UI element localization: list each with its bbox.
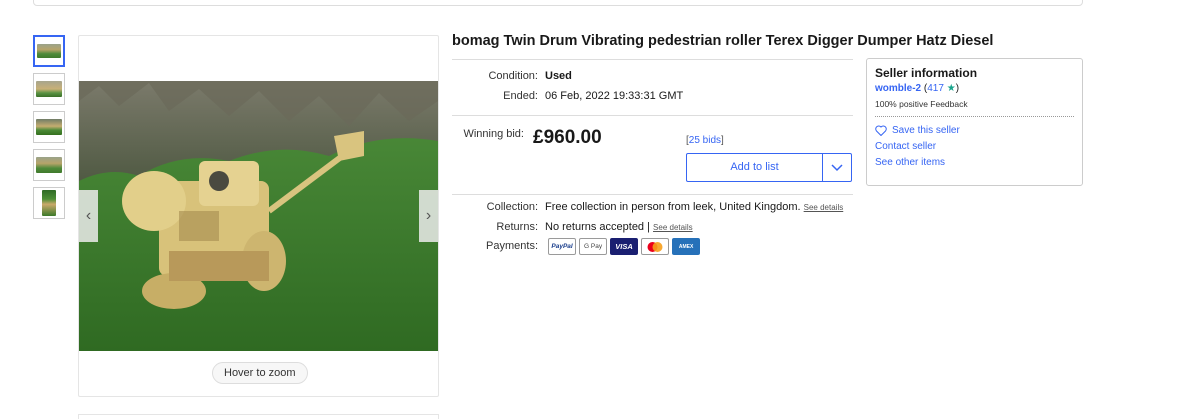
thumbnail-5[interactable] (33, 187, 65, 219)
ended-value: 06 Feb, 2022 19:33:31 GMT (545, 90, 684, 102)
google-pay-icon: G Pay (579, 238, 608, 255)
condition-value: Used (545, 70, 572, 82)
divider (452, 59, 853, 60)
divider (452, 115, 853, 116)
mastercard-icon (641, 238, 670, 255)
thumbnail-strip (33, 35, 65, 225)
heart-icon (875, 125, 887, 136)
paypal-icon: PayPal (548, 238, 577, 255)
bids-link[interactable]: 25 bids (689, 135, 721, 146)
returns-label: Returns: (496, 221, 538, 233)
condition-label: Condition: (488, 70, 538, 82)
collection-label: Collection: (486, 201, 538, 213)
see-other-items-link[interactable]: See other items (875, 157, 1074, 168)
feedback-score-link[interactable]: 417 (927, 83, 944, 94)
winning-bid-label: Winning bid: (463, 128, 524, 140)
contact-seller-link[interactable]: Contact seller (875, 141, 1074, 152)
thumbnail-image (36, 157, 62, 173)
chevron-left-icon: ‹ (85, 207, 92, 224)
thumbnail-image (37, 43, 61, 59)
bracket-close: ] (721, 135, 724, 146)
chevron-right-icon: › (425, 207, 432, 224)
thumbnail-image (36, 81, 62, 97)
collection-see-details-link[interactable]: See details (804, 203, 844, 212)
payments-row: Payments: PayPal G Pay VISA AMEX (452, 238, 701, 255)
seller-name-row: womble-2 (417 ★) (875, 83, 1074, 94)
positive-feedback-text: 100% positive Feedback (875, 99, 968, 109)
condition-row: Condition: Used (452, 70, 572, 82)
amex-icon: AMEX (672, 238, 701, 255)
collection-value: Free collection in person from leek, Uni… (545, 201, 801, 213)
ended-label: Ended: (503, 90, 538, 102)
visa-icon: VISA (610, 238, 639, 255)
add-to-list-button[interactable]: Add to list (687, 154, 822, 181)
bids-count: [25 bids] (686, 135, 724, 146)
top-panel (33, 0, 1083, 6)
payments-label: Payments: (486, 240, 538, 253)
winning-bid-price: £960.00 (533, 127, 602, 148)
seller-name-link[interactable]: womble-2 (875, 83, 921, 94)
dotted-divider (875, 116, 1074, 117)
returns-value: No returns accepted | (545, 221, 650, 233)
save-seller-label: Save this seller (892, 125, 960, 136)
hover-to-zoom-hint: Hover to zoom (212, 362, 308, 384)
thumbnail-2[interactable] (33, 73, 65, 105)
thumbnail-image (41, 190, 57, 216)
seller-information-box: Seller information womble-2 (417 ★) 100%… (866, 58, 1083, 186)
collection-row: Collection: Free collection in person fro… (452, 201, 844, 213)
listing-title: bomag Twin Drum Vibrating pedestrian rol… (452, 33, 994, 49)
thumbnail-4[interactable] (33, 149, 65, 181)
thumbnail-1[interactable] (33, 35, 65, 67)
save-seller-link[interactable]: Save this seller (875, 125, 1074, 136)
seller-heading: Seller information (875, 66, 978, 80)
thumbnail-3[interactable] (33, 111, 65, 143)
feedback-close: ) (955, 83, 960, 94)
bottom-panel (78, 414, 439, 419)
main-image-panel: ‹ › Hover to zoom (78, 35, 439, 397)
add-to-list-control: Add to list (686, 153, 852, 182)
add-to-list-dropdown-button[interactable] (823, 154, 851, 181)
thumbnail-image (36, 119, 62, 135)
divider (452, 194, 853, 195)
ended-row: Ended: 06 Feb, 2022 19:33:31 GMT (452, 90, 683, 102)
returns-row: Returns: No returns accepted | See detail… (452, 221, 693, 233)
chevron-down-icon (831, 163, 843, 171)
payment-methods: PayPal G Pay VISA AMEX (548, 238, 701, 255)
next-image-button[interactable]: › (419, 190, 438, 242)
product-photo[interactable] (79, 81, 438, 351)
prev-image-button[interactable]: ‹ (79, 190, 98, 242)
star-icon: ★ (946, 83, 956, 94)
returns-see-details-link[interactable]: See details (653, 223, 693, 232)
roller-photo-illustration (79, 81, 438, 351)
